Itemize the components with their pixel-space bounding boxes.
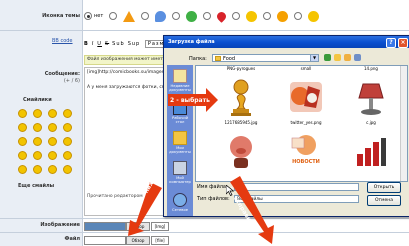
mouse-cursor-icon xyxy=(226,185,234,196)
annotation-overlay xyxy=(128,88,274,244)
annotation-step-2: 2 - выбрать xyxy=(170,97,210,104)
annotation-arrow-send xyxy=(230,176,274,244)
